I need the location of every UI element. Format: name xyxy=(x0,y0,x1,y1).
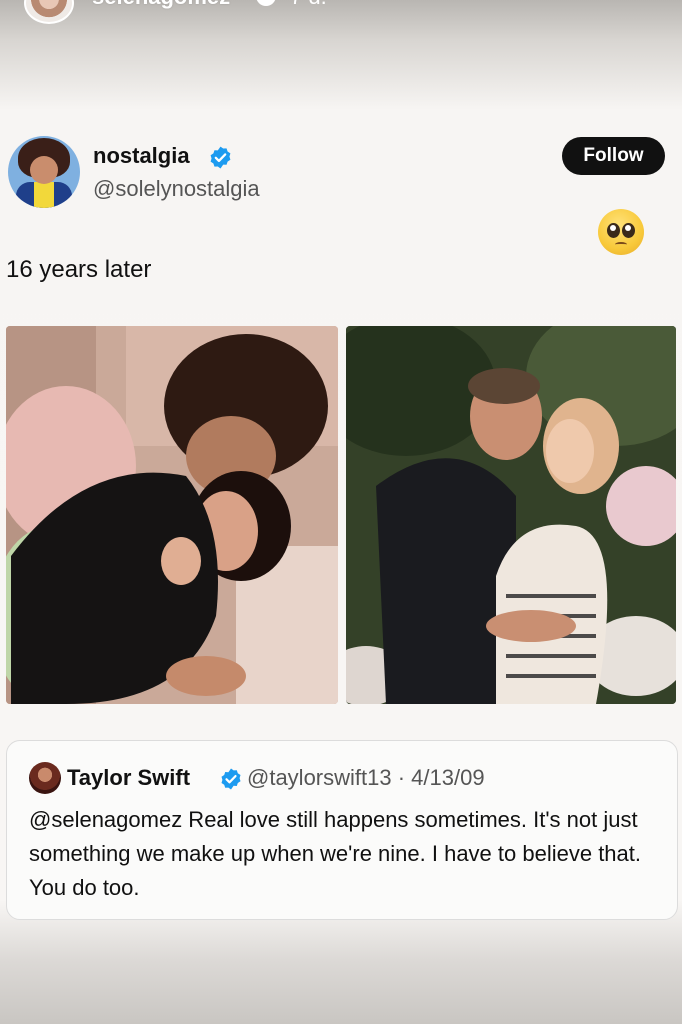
pleading-face-emoji-icon xyxy=(598,209,644,255)
quoted-tweet-text: @selenagomez Real love still happens som… xyxy=(29,807,642,900)
photo-left-illustration xyxy=(6,326,338,704)
quoted-author-handle-date: @taylorswift13 · 4/13/09 xyxy=(247,765,485,790)
quoted-author-avatar[interactable] xyxy=(29,762,61,794)
tweet-photo-right[interactable] xyxy=(346,326,676,704)
tweet-author-name[interactable]: nostalgia xyxy=(93,143,190,169)
follow-button[interactable]: Follow xyxy=(562,137,665,175)
story-username[interactable]: selenagomez xyxy=(92,0,230,10)
story-time: 7 d. xyxy=(290,0,327,10)
verified-icon xyxy=(256,0,276,6)
story-header: selenagomez 7 d. xyxy=(0,0,682,24)
quoted-author-name[interactable]: Taylor Swift xyxy=(67,765,190,791)
tweet-author-handle[interactable]: @solelynostalgia xyxy=(93,176,260,202)
story-avatar[interactable] xyxy=(24,0,74,24)
verified-badge-icon xyxy=(221,768,241,790)
tweet-photo-left[interactable] xyxy=(6,326,338,704)
verified-badge-icon xyxy=(210,146,231,169)
tweet-text: 16 years later xyxy=(6,256,152,283)
photo-right-illustration xyxy=(346,326,676,704)
quoted-tweet-card[interactable]: Taylor Swift @taylorswift13 · 4/13/09 @s… xyxy=(6,740,678,920)
tweet-author-avatar[interactable] xyxy=(8,136,80,208)
